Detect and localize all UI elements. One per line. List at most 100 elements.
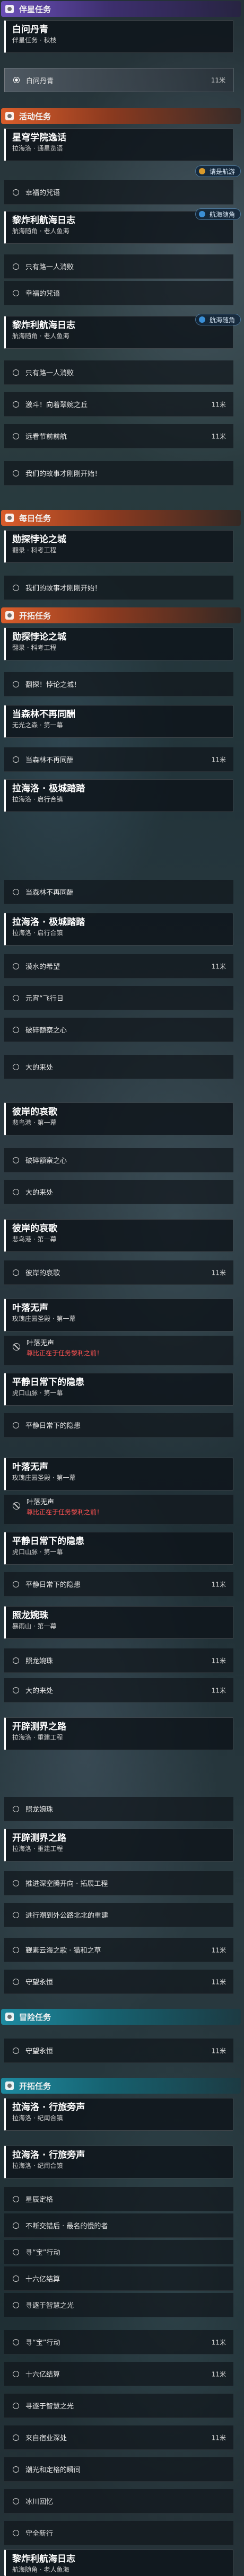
objective-item[interactable]: 幸福的咒语 [4, 281, 233, 305]
objective-text: 激斗！向着翠婉之丘 [25, 401, 88, 409]
objective-radio-icon [13, 2195, 19, 2202]
objective-item[interactable]: 星辰定格 [4, 2187, 233, 2211]
objective-item[interactable]: 寻“宝”行动 11米 [4, 2330, 233, 2354]
quest-card[interactable]: 拉海洛 · 极城踏踏 拉海洛 · 启行合镇 [4, 913, 233, 946]
section-header-adventure[interactable]: 冒险任务 [1, 2009, 241, 2025]
objective-item[interactable]: 破碎额察之心 [4, 1018, 233, 1042]
objective-text: 寻“宝”行动 [25, 2249, 60, 2257]
objective-item[interactable]: 守望永恒 11米 [4, 1970, 233, 1994]
tracking-chip[interactable]: 航海随角 [195, 314, 241, 325]
section-header-trailblaze[interactable]: 开拓任务 [1, 607, 241, 623]
objective-item[interactable]: 照龙婉珠 11米 [4, 1648, 233, 1673]
quest-card[interactable]: 彼岸的哀歌 悲鸟港 · 第一幕 [4, 1102, 233, 1135]
objective-item-selected[interactable]: 白问丹青 11米 [4, 68, 233, 92]
objective-item[interactable]: 守全新行 [4, 2521, 233, 2545]
objective-item[interactable]: 远看节前前航 11米 [4, 424, 233, 448]
section-header-event[interactable]: 活动任务 [1, 108, 241, 124]
quest-card[interactable]: 当森林不再同酬 无光之森 · 第一幕 [4, 705, 233, 738]
quest-subtitle: 拉海洛 · 启行合镇 [12, 929, 63, 937]
objective-item[interactable]: 大的来处 11米 [4, 1678, 233, 1702]
objective-item[interactable]: 觐素云海之歌 · 猫和之草 11米 [4, 1938, 233, 1962]
quest-subtitle: 伴星任务 · 秋枝 [12, 37, 57, 44]
objective-item[interactable]: 彼岸的哀歌 11米 [4, 1260, 233, 1285]
quest-card[interactable]: 彼岸的哀歌 悲鸟港 · 第一幕 [4, 1219, 233, 1252]
objective-text: 平静日常下的隐患 [25, 1581, 81, 1589]
quest-card[interactable]: 叶落无声 玫瑰庄园圣殿 · 第一幕 [4, 1458, 233, 1490]
objective-item[interactable]: 激斗！向着翠婉之丘 11米 [4, 392, 233, 417]
objective-item[interactable]: 寻“宝”行动 [4, 2240, 233, 2264]
objective-item[interactable]: 守望永恒 11米 [4, 2039, 233, 2063]
objective-item[interactable]: 平静日常下的隐患 11米 [4, 1572, 233, 1596]
quest-card[interactable]: 平静日常下的隐患 虎口山脉 · 第一幕 [4, 1532, 233, 1565]
objective-item[interactable]: 十六亿结算 [4, 2266, 233, 2291]
objective-item[interactable]: 我们的故事才刚刚开始！ [4, 461, 233, 486]
chip-label: 航海随角 [209, 210, 235, 218]
quest-title: 勋探悖论之城 [12, 534, 66, 545]
objective-item[interactable]: 当森林不再同酬 [4, 880, 233, 904]
objective-radio-icon [13, 756, 19, 763]
quest-title: 黎炸利航海日志 [12, 2554, 75, 2564]
section-header-companion[interactable]: 伴星任务 [1, 1, 241, 17]
quest-card[interactable]: 拉海洛 · 极城踏踏 拉海洛 · 启行合镇 [4, 779, 233, 812]
quest-card[interactable]: 勋探悖论之城 翻录 · 科考工程 [4, 530, 233, 563]
tracking-chip[interactable]: 请是航游 [195, 165, 241, 177]
quest-card[interactable]: 平静日常下的隐患 虎口山脉 · 第一幕 [4, 1373, 233, 1406]
quest-card[interactable]: 星穹学院逸话 拉海洛 · 通星览语 [4, 128, 233, 161]
objective-text: 不断交错后 · 最名的慢的者 [25, 2222, 108, 2230]
objective-item[interactable]: 来自宿业深处 11米 [4, 2425, 233, 2450]
lock-reason: 尊比正在于任务黎利之前！ [27, 1508, 103, 1516]
objective-text: 寻逐于智慧之光 [25, 2403, 74, 2411]
objective-distance: 11米 [211, 1657, 226, 1664]
quest-card[interactable]: 开辟测界之路 拉海洛 · 重建工程 [4, 1717, 233, 1750]
objective-item[interactable]: 照龙婉珠 [4, 1797, 233, 1821]
objective-item[interactable]: 我们的故事才刚刚开始！ [4, 576, 233, 600]
quest-card[interactable]: 拉海洛 · 行旅旁声 拉海洛 · 纪闻合镇 [4, 2098, 233, 2131]
quest-card[interactable]: 照龙婉珠 暴雨山 · 第一幕 [4, 1606, 233, 1639]
objective-item[interactable]: 元宵“飞行日 [4, 986, 233, 1010]
objective-item-locked[interactable]: 叶落无声 尊比正在于任务黎利之前！ [4, 1495, 233, 1524]
objective-item[interactable]: 幸福的咒语 [4, 180, 233, 205]
quest-subtitle: 航海随角 · 老人鱼海 [12, 332, 69, 340]
quest-subtitle: 玫瑰庄园圣殿 · 第一幕 [12, 1315, 76, 1322]
quest-card[interactable]: 勋探悖论之城 翻录 · 科考工程 [4, 628, 233, 660]
quest-subtitle: 拉海洛 · 重建工程 [12, 1845, 63, 1852]
quest-card[interactable]: 拉海洛 · 行旅旁声 拉海洛 · 纪闻合镇 [4, 2146, 233, 2178]
objective-item[interactable]: 只有路一人消败 [4, 360, 233, 385]
objective-text: 照龙婉珠 [25, 1657, 54, 1665]
objective-item[interactable]: 寻逐于智慧之光 [4, 2394, 233, 2418]
objective-distance: 11米 [211, 963, 226, 970]
section-header-trailblaze[interactable]: 开拓任务 [1, 2078, 241, 2094]
objective-item[interactable]: 翻探！悖论之城！ [4, 672, 233, 696]
objective-item[interactable]: 当森林不再同酬 11米 [4, 747, 233, 772]
quest-card[interactable]: 白问丹青 伴星任务 · 秋枝 [4, 20, 233, 53]
objective-item[interactable]: 大的来处 [4, 1055, 233, 1079]
objective-item[interactable]: 破碎额察之心 [4, 1148, 233, 1172]
quest-card[interactable]: 叶落无声 玫瑰庄园圣殿 · 第一幕 [4, 1299, 233, 1331]
objective-item[interactable]: 十六亿结算 11米 [4, 2362, 233, 2386]
locked-icon [13, 1502, 20, 1510]
tracking-chip[interactable]: 航海随角 [195, 208, 241, 220]
quest-card[interactable]: 开辟测界之路 拉海洛 · 重建工程 [4, 1829, 233, 1862]
objective-text: 当森林不再同酬 [25, 756, 74, 764]
objective-item[interactable]: 大的来处 [4, 1180, 233, 1204]
objective-item-locked[interactable]: 叶落无声 尊比正在于任务黎利之前！ [4, 1336, 233, 1365]
objective-radio-icon [13, 1946, 19, 1953]
objective-item[interactable]: 推进深空腾开向 · 拓展工程 [4, 1871, 233, 1895]
quest-subtitle: 虎口山脉 · 第一幕 [12, 1548, 63, 1556]
objective-item[interactable]: 潮光和定格的瞬间 [4, 2457, 233, 2482]
quest-title: 黎炸利航海日志 [12, 215, 75, 226]
section-header-daily[interactable]: 每日任务 [1, 510, 241, 526]
objective-item[interactable]: 只有路一人消败 [4, 254, 233, 279]
objective-distance: 11米 [211, 756, 226, 763]
quest-title: 彼岸的哀歌 [12, 1223, 57, 1234]
objective-distance: 11米 [211, 2339, 226, 2346]
objective-item[interactable]: 漠水的希望 11米 [4, 954, 233, 978]
quest-card[interactable]: 黎炸利航海日志 航海随角 · 老人鱼海 [4, 2549, 233, 2576]
quest-title: 拉海洛 · 行旅旁声 [12, 2150, 85, 2160]
objective-item[interactable]: 进行潮到外公路北北的重建 [4, 1903, 233, 1927]
objective-item[interactable]: 平静日常下的隐患 [4, 1413, 233, 1437]
objective-item[interactable]: 不断交错后 · 最名的慢的者 [4, 2213, 233, 2238]
quest-title: 平静日常下的隐患 [12, 1377, 84, 1388]
objective-item[interactable]: 冰川回忆 [4, 2489, 233, 2513]
objective-item[interactable]: 寻逐于智慧之光 [4, 2293, 233, 2317]
